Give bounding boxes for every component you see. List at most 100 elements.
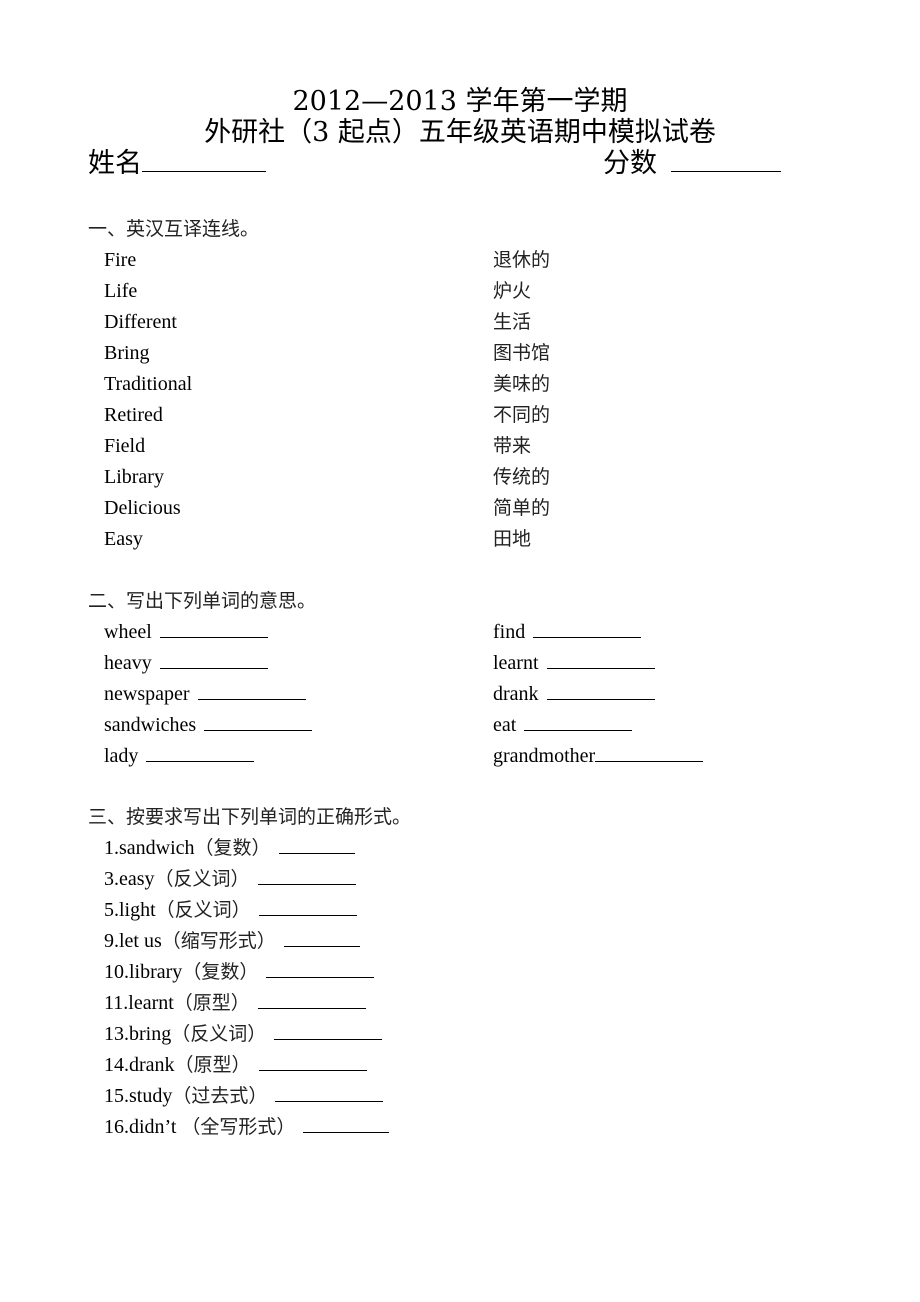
- section3-heading: 三、按要求写出下列单词的正确形式。: [88, 806, 412, 828]
- word-form-item: 14.drank（原型）: [104, 1052, 367, 1077]
- answer-blank[interactable]: [257, 866, 356, 885]
- answer-blank[interactable]: [159, 619, 268, 638]
- answer-blank[interactable]: [257, 990, 366, 1009]
- word-form-hint: （原型）: [173, 992, 250, 1014]
- meaning-item: lady: [104, 743, 255, 768]
- match-english-word: Traditional: [104, 373, 193, 395]
- word-form-word: 11.learnt: [104, 992, 174, 1014]
- word-form-item: 10.library（复数）: [104, 959, 375, 984]
- score-field: 分数: [603, 147, 781, 181]
- match-english-word: Easy: [104, 528, 143, 550]
- meaning-item: find: [493, 619, 642, 644]
- match-english-word: Library: [104, 466, 164, 488]
- match-english-word: Delicious: [104, 497, 181, 519]
- section1-heading: 一、英汉互译连线。: [88, 218, 260, 240]
- name-field: 姓名: [88, 147, 266, 181]
- word-form-word: 9.let us: [104, 930, 162, 952]
- match-chinese-word: 生活: [493, 311, 532, 333]
- word-form-item: 5.light（反义词）: [104, 897, 357, 922]
- match-english-word: Retired: [104, 404, 163, 426]
- exam-title-term: 2012—2013 学年第一学期: [292, 86, 628, 117]
- word-form-word: 13.bring: [104, 1023, 172, 1045]
- word-form-hint: （反义词）: [154, 868, 250, 890]
- match-english-word: Bring: [104, 342, 150, 364]
- meaning-word: learnt: [493, 652, 539, 674]
- answer-blank[interactable]: [533, 619, 642, 638]
- word-form-word: 14.drank: [104, 1054, 175, 1076]
- answer-blank[interactable]: [258, 1052, 367, 1071]
- meaning-item: grandmother: [493, 743, 704, 768]
- match-english-word: Fire: [104, 249, 137, 271]
- match-chinese-word: 图书馆: [493, 342, 551, 364]
- word-form-word: 15.study: [104, 1085, 173, 1107]
- meaning-word: heavy: [104, 652, 152, 674]
- word-form-hint: （反义词）: [155, 899, 251, 921]
- word-form-item: 9.let us（缩写形式）: [104, 928, 360, 953]
- match-english-word: Different: [104, 311, 177, 333]
- word-form-item: 16.didn’t （全写形式）: [104, 1114, 390, 1139]
- meaning-word: lady: [104, 745, 139, 767]
- answer-blank[interactable]: [595, 743, 704, 762]
- meaning-item: sandwiches: [104, 712, 313, 737]
- answer-blank[interactable]: [303, 1114, 390, 1133]
- match-chinese-word: 简单的: [493, 497, 551, 519]
- meaning-item: learnt: [493, 650, 655, 675]
- answer-blank[interactable]: [159, 650, 268, 669]
- word-form-hint: （原型）: [174, 1054, 251, 1076]
- word-form-hint: （全写形式）: [181, 1116, 296, 1138]
- exam-title-main: 外研社（3 起点）五年级英语期中模拟试卷: [204, 117, 716, 148]
- match-chinese-word: 退休的: [493, 249, 551, 271]
- meaning-item: wheel: [104, 619, 268, 644]
- word-form-word: 10.library: [104, 961, 183, 983]
- answer-blank[interactable]: [546, 650, 655, 669]
- name-blank[interactable]: [142, 147, 266, 172]
- word-form-word: 1.sandwich: [104, 837, 195, 859]
- match-chinese-word: 不同的: [493, 404, 551, 426]
- answer-blank[interactable]: [283, 928, 360, 947]
- match-chinese-word: 传统的: [493, 466, 551, 488]
- match-english-word: Field: [104, 435, 146, 457]
- match-english-word: Life: [104, 280, 138, 302]
- word-form-item: 11.learnt（原型）: [104, 990, 366, 1015]
- meaning-item: heavy: [104, 650, 268, 675]
- word-form-hint: （过去式）: [172, 1085, 268, 1107]
- meaning-word: eat: [493, 714, 517, 736]
- match-chinese-word: 美味的: [493, 373, 551, 395]
- section2-heading: 二、写出下列单词的意思。: [88, 590, 317, 612]
- meaning-word: newspaper: [104, 683, 190, 705]
- answer-blank[interactable]: [258, 897, 357, 916]
- word-form-item: 1.sandwich（复数）: [104, 835, 355, 860]
- meaning-word: find: [493, 621, 526, 643]
- name-label: 姓名: [88, 148, 142, 179]
- meaning-word: grandmother: [493, 745, 596, 767]
- meaning-item: eat: [493, 712, 633, 737]
- word-form-word: 5.light: [104, 899, 156, 921]
- answer-blank[interactable]: [146, 743, 255, 762]
- word-form-hint: （反义词）: [171, 1023, 267, 1045]
- word-form-item: 13.bring（反义词）: [104, 1021, 383, 1046]
- score-label: 分数: [603, 148, 657, 179]
- word-form-hint: （复数）: [194, 837, 271, 859]
- answer-blank[interactable]: [546, 681, 655, 700]
- word-form-word: 3.easy: [104, 868, 155, 890]
- word-form-hint: （缩写形式）: [161, 930, 276, 952]
- answer-blank[interactable]: [274, 1021, 383, 1040]
- score-blank[interactable]: [671, 147, 781, 172]
- word-form-item: 15.study（过去式）: [104, 1083, 384, 1108]
- meaning-word: wheel: [104, 621, 152, 643]
- match-chinese-word: 炉火: [493, 280, 532, 302]
- word-form-item: 3.easy（反义词）: [104, 866, 356, 891]
- meaning-item: newspaper: [104, 681, 306, 706]
- match-chinese-word: 田地: [493, 528, 532, 550]
- word-form-hint: （复数）: [182, 961, 259, 983]
- match-chinese-word: 带来: [493, 435, 532, 457]
- answer-blank[interactable]: [204, 712, 313, 731]
- answer-blank[interactable]: [197, 681, 306, 700]
- meaning-word: sandwiches: [104, 714, 197, 736]
- meaning-word: drank: [493, 683, 539, 705]
- answer-blank[interactable]: [278, 835, 355, 854]
- answer-blank[interactable]: [266, 959, 375, 978]
- answer-blank[interactable]: [275, 1083, 384, 1102]
- meaning-item: drank: [493, 681, 655, 706]
- answer-blank[interactable]: [524, 712, 633, 731]
